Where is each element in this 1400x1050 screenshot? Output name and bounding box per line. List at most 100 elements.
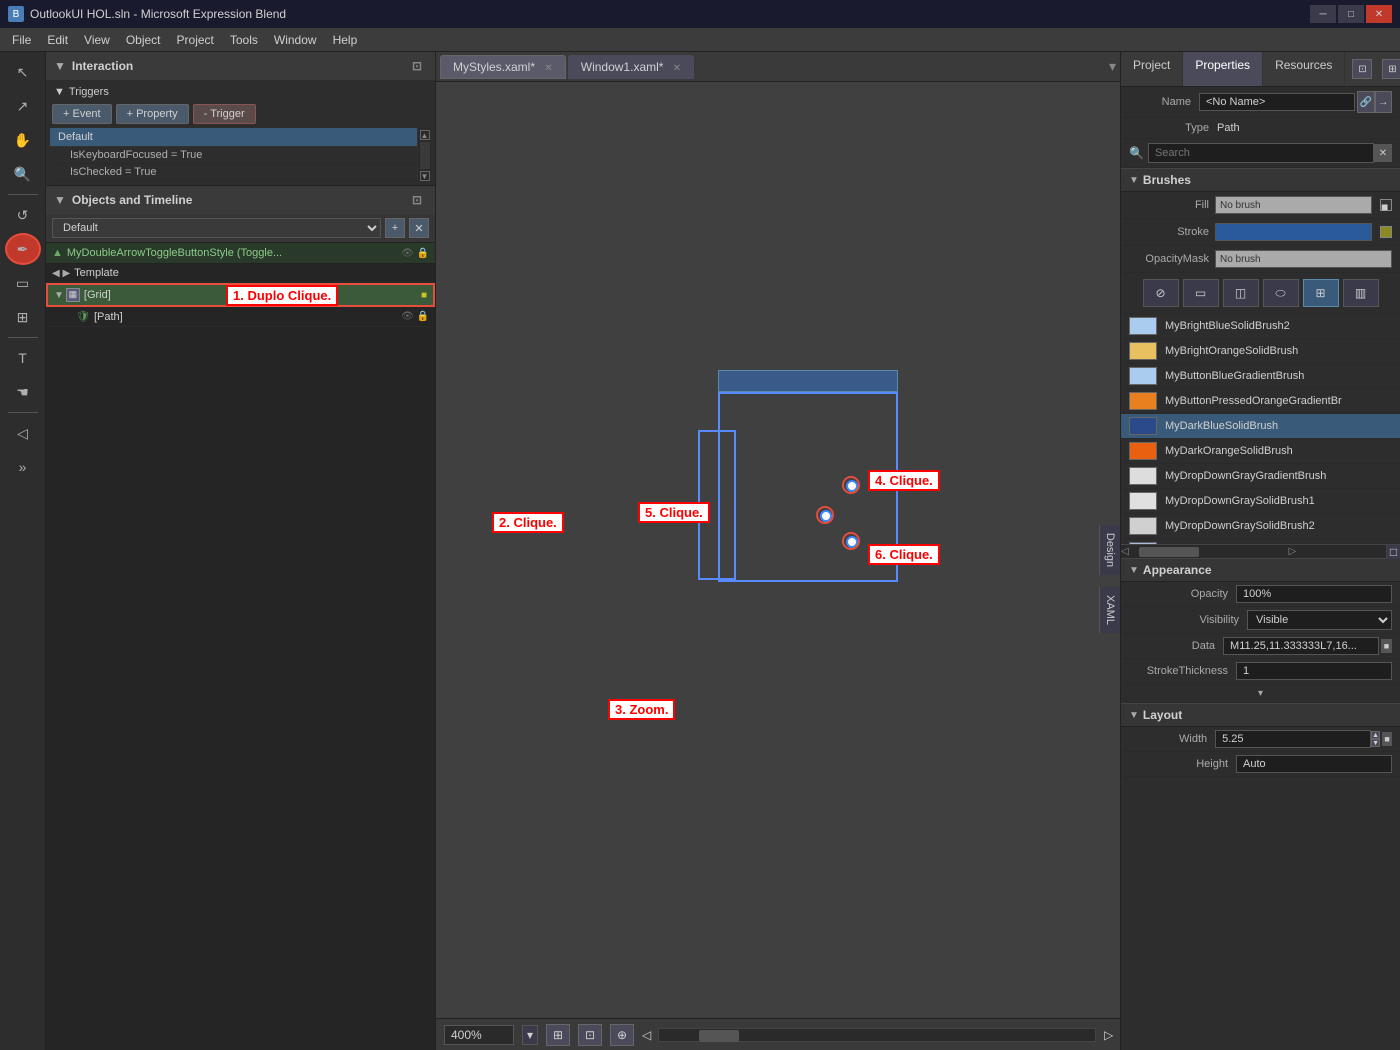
brushes-expand[interactable]: ▼ xyxy=(1129,175,1139,186)
height-input[interactable] xyxy=(1236,755,1392,773)
visibility-select[interactable]: Visible Collapsed Hidden xyxy=(1247,610,1392,630)
nav-arrow-left[interactable]: ◁ xyxy=(642,1028,650,1042)
appearance-expand[interactable]: ▼ xyxy=(1129,565,1139,576)
brush-scroll-right[interactable]: ▷ xyxy=(1289,546,1297,557)
close-button[interactable]: ✕ xyxy=(1366,5,1392,23)
solid-brush-button[interactable]: ▭ xyxy=(1183,279,1219,307)
menu-object[interactable]: Object xyxy=(118,31,169,49)
layout-expand[interactable]: ▼ xyxy=(1129,710,1139,721)
name-input[interactable] xyxy=(1199,93,1355,111)
text-tool-button[interactable]: T xyxy=(5,342,41,374)
maximize-button[interactable]: □ xyxy=(1338,5,1364,23)
tile-brush-button[interactable]: ▥ xyxy=(1343,279,1379,307)
tab-resources[interactable]: Resources xyxy=(1263,52,1345,86)
pen-tool-button[interactable]: ✒ xyxy=(5,233,41,265)
zoom-tool-button[interactable]: 🔍 xyxy=(5,158,41,190)
brush-item-6[interactable]: MyDropDownGrayGradientBrush xyxy=(1121,464,1400,489)
fill-preview[interactable]: No brush xyxy=(1215,196,1372,214)
menu-tools[interactable]: Tools xyxy=(222,31,266,49)
properties-options-button[interactable]: ⊞ xyxy=(1382,59,1400,79)
scroll-down-btn[interactable]: ▼ xyxy=(420,171,430,181)
menu-view[interactable]: View xyxy=(76,31,118,49)
objects-float-button[interactable]: ⊡ xyxy=(407,190,427,210)
width-down[interactable]: ▼ xyxy=(1371,739,1380,747)
brush-item-4[interactable]: MyDarkBlueSolidBrush xyxy=(1121,414,1400,439)
width-stepper[interactable]: ▲ ▼ xyxy=(1371,731,1380,747)
data-more-button[interactable]: ■ xyxy=(1381,639,1392,653)
properties-float-button[interactable]: ⊡ xyxy=(1352,59,1372,79)
tab-window1[interactable]: Window1.xaml* ✕ xyxy=(568,55,694,79)
brush-item-1[interactable]: MyBrightOrangeSolidBrush xyxy=(1121,339,1400,364)
select-tool-button[interactable]: ↖ xyxy=(5,56,41,88)
grid-tool-button[interactable]: ⊞ xyxy=(5,301,41,333)
brush-item-8[interactable]: MyDropDownGraySolidBrush2 xyxy=(1121,514,1400,539)
fit-view-button[interactable]: ⊡ xyxy=(578,1024,602,1046)
zoom-input[interactable] xyxy=(444,1025,514,1045)
window-controls[interactable]: ─ □ ✕ xyxy=(1310,5,1392,23)
remove-state-button[interactable]: ✕ xyxy=(409,218,429,238)
search-input[interactable] xyxy=(1148,143,1374,163)
tab-mystyles-close[interactable]: ✕ xyxy=(544,63,552,74)
name-action-btn-2[interactable]: → xyxy=(1375,91,1393,113)
brush-item-7[interactable]: MyDropDownGraySolidBrush1 xyxy=(1121,489,1400,514)
search-clear-button[interactable]: ✕ xyxy=(1374,144,1392,162)
add-event-button[interactable]: + Event xyxy=(52,104,112,124)
brush-item-0[interactable]: MyBrightBlueSolidBrush2 xyxy=(1121,314,1400,339)
snap-button[interactable]: ⊕ xyxy=(610,1024,634,1046)
stroke-preview[interactable] xyxy=(1215,223,1372,241)
direct-select-button[interactable]: ↗ xyxy=(5,90,41,122)
strokethickness-input[interactable] xyxy=(1236,662,1392,680)
radial-grad-button[interactable]: ⬭ xyxy=(1263,279,1299,307)
width-up[interactable]: ▲ xyxy=(1371,731,1380,739)
scroll-up-btn[interactable]: ▲ xyxy=(420,130,430,140)
width-input[interactable] xyxy=(1215,730,1371,748)
path-tree-item[interactable]: 🛡 [Path] 👁 🔒 xyxy=(46,307,435,327)
brush-item-3[interactable]: MyButtonPressedOrangeGradientBr xyxy=(1121,389,1400,414)
nav-tool-button[interactable]: ◁ xyxy=(5,417,41,449)
canvas-h-scrollbar[interactable] xyxy=(658,1028,1096,1042)
hand-tool-button[interactable]: ☚ xyxy=(5,376,41,408)
menu-file[interactable]: File xyxy=(4,31,39,49)
design-side-tab[interactable]: Design xyxy=(1099,525,1120,575)
data-input[interactable] xyxy=(1223,637,1379,655)
trigger-item-default[interactable]: Default xyxy=(50,128,417,147)
tab-properties[interactable]: Properties xyxy=(1183,52,1263,86)
menu-help[interactable]: Help xyxy=(325,31,366,49)
opacitymask-preview[interactable]: No brush xyxy=(1215,250,1392,268)
grid-view-button[interactable]: ⊞ xyxy=(546,1024,570,1046)
tabs-dropdown[interactable]: ▾ xyxy=(1109,58,1116,75)
nav-arrow-right[interactable]: ▷ xyxy=(1104,1028,1112,1042)
width-more-button[interactable]: ■ xyxy=(1382,732,1392,746)
remove-trigger-button[interactable]: - Trigger xyxy=(193,104,256,124)
rotate-tool-button[interactable]: ↺ xyxy=(5,199,41,231)
style-item[interactable]: ▲ MyDoubleArrowToggleButtonStyle (Toggle… xyxy=(46,243,435,264)
add-property-button[interactable]: + Property xyxy=(116,104,189,124)
xaml-side-tab[interactable]: XAML xyxy=(1099,587,1120,633)
trigger-scrollbar[interactable]: ▲ ▼ xyxy=(417,128,431,181)
expand-tool-button[interactable]: » xyxy=(5,451,41,483)
brush-item-9[interactable]: MyHGridSplitterBlueGradientBrush xyxy=(1121,539,1400,544)
minimize-button[interactable]: ─ xyxy=(1310,5,1336,23)
menu-project[interactable]: Project xyxy=(169,31,222,49)
template-expand[interactable]: ◀ ▶ xyxy=(52,268,70,279)
brush-item-5[interactable]: MyDarkOrangeSolidBrush xyxy=(1121,439,1400,464)
image-brush-button[interactable]: ⊞ xyxy=(1303,279,1339,307)
rect-tool-button[interactable]: ▭ xyxy=(5,267,41,299)
interaction-float-button[interactable]: ⊡ xyxy=(407,56,427,76)
linear-grad-button[interactable]: ◫ xyxy=(1223,279,1259,307)
add-state-button[interactable]: + xyxy=(385,218,405,238)
zoom-dropdown[interactable]: ▾ xyxy=(522,1025,538,1045)
opacity-input[interactable] xyxy=(1236,585,1392,603)
menu-edit[interactable]: Edit xyxy=(39,31,76,49)
tab-mystyles[interactable]: MyStyles.xaml* ✕ xyxy=(440,55,566,79)
brush-h-scrollbar[interactable]: ◁ ▷ □ xyxy=(1121,544,1400,558)
pan-tool-button[interactable]: ✋ xyxy=(5,124,41,156)
appearance-more-button[interactable]: ▾ xyxy=(1121,684,1400,703)
tab-project[interactable]: Project xyxy=(1121,52,1183,86)
brush-item-2[interactable]: MyButtonBlueGradientBrush xyxy=(1121,364,1400,389)
brush-scroll-left[interactable]: ◁ xyxy=(1121,546,1129,557)
name-action-btn-1[interactable]: 🔗 xyxy=(1357,91,1375,113)
timeline-state-dropdown[interactable]: Default xyxy=(52,218,381,238)
menu-window[interactable]: Window xyxy=(266,31,325,49)
tab-window1-close[interactable]: ✕ xyxy=(673,63,681,74)
